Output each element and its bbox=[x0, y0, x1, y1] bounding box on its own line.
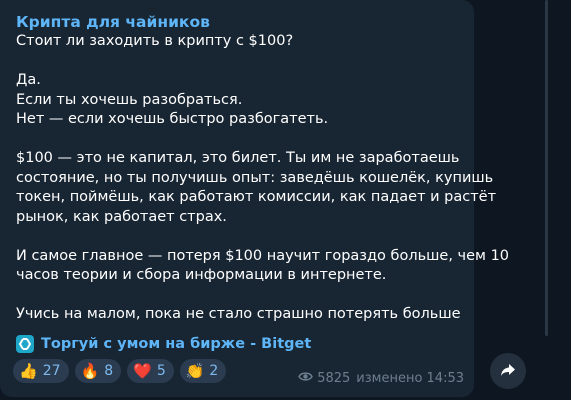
view-count: 5825 bbox=[317, 371, 351, 386]
chat-scrollbar[interactable] bbox=[545, 0, 548, 336]
message-text: Стоит ли заходить в крипту с $100? Да. Есл… bbox=[16, 32, 510, 325]
message-meta: 5825 изменено 14:53 bbox=[298, 371, 464, 386]
reaction-count: 27 bbox=[42, 363, 61, 379]
fire-icon: 🔥 bbox=[80, 361, 100, 380]
message-line: Стоит ли заходить в крипту с $100? bbox=[16, 33, 294, 49]
message-line: $100 — это не капитал, это билет. Ты им … bbox=[16, 150, 460, 166]
reaction-count: 5 bbox=[156, 363, 166, 379]
reaction-count: 2 bbox=[209, 363, 219, 379]
edited-timestamp: изменено 14:53 bbox=[356, 371, 464, 386]
reaction-clapping-hands[interactable]: 👏 2 bbox=[179, 359, 227, 383]
message-line: Если ты хочешь разобраться. bbox=[16, 91, 243, 108]
message-line: Учись на малом, пока не стало страшно по… bbox=[16, 306, 461, 322]
share-arrow-icon bbox=[500, 362, 516, 381]
message-line: Нет — если хочешь быстро разбогатеть. bbox=[16, 111, 329, 127]
clapping-hands-icon: 👏 bbox=[185, 361, 205, 380]
view-counter: 5825 bbox=[298, 371, 350, 386]
reaction-count: 8 bbox=[104, 363, 114, 379]
message-line: Да. bbox=[16, 72, 41, 88]
reaction-thumbs-up[interactable]: 👍 27 bbox=[13, 359, 69, 383]
message-line: рынок, как работает страх. bbox=[16, 208, 227, 225]
message-line: состояние, но ты получишь опыт: заведёшь… bbox=[16, 169, 494, 186]
promo-link[interactable]: Торгуй с умом на бирже - Bitget bbox=[16, 335, 311, 353]
message-line: часов теории и сбора информации в интерн… bbox=[16, 267, 387, 283]
thumbs-up-icon: 👍 bbox=[19, 361, 38, 380]
message-bubble: Крипта для чайников Стоит ли заходить в … bbox=[0, 0, 510, 397]
heart-icon: ❤️ bbox=[133, 361, 152, 380]
promo-link-label[interactable]: Торгуй с умом на бирже - Bitget bbox=[41, 336, 311, 352]
reaction-heart[interactable]: ❤️ 5 bbox=[127, 359, 174, 383]
bitget-logo-icon bbox=[16, 335, 34, 353]
message-line: И самое главное — потеря $100 научит гор… bbox=[16, 247, 510, 264]
reaction-fire[interactable]: 🔥 8 bbox=[74, 359, 122, 383]
channel-name[interactable]: Крипта для чайников bbox=[16, 13, 210, 31]
message-line: токен, поймёшь, как работают комиссии, к… bbox=[16, 189, 497, 205]
eye-icon bbox=[298, 371, 313, 386]
reactions-bar: 👍 27 🔥 8 ❤️ 5 👏 2 bbox=[13, 359, 227, 383]
share-button[interactable] bbox=[490, 353, 526, 389]
